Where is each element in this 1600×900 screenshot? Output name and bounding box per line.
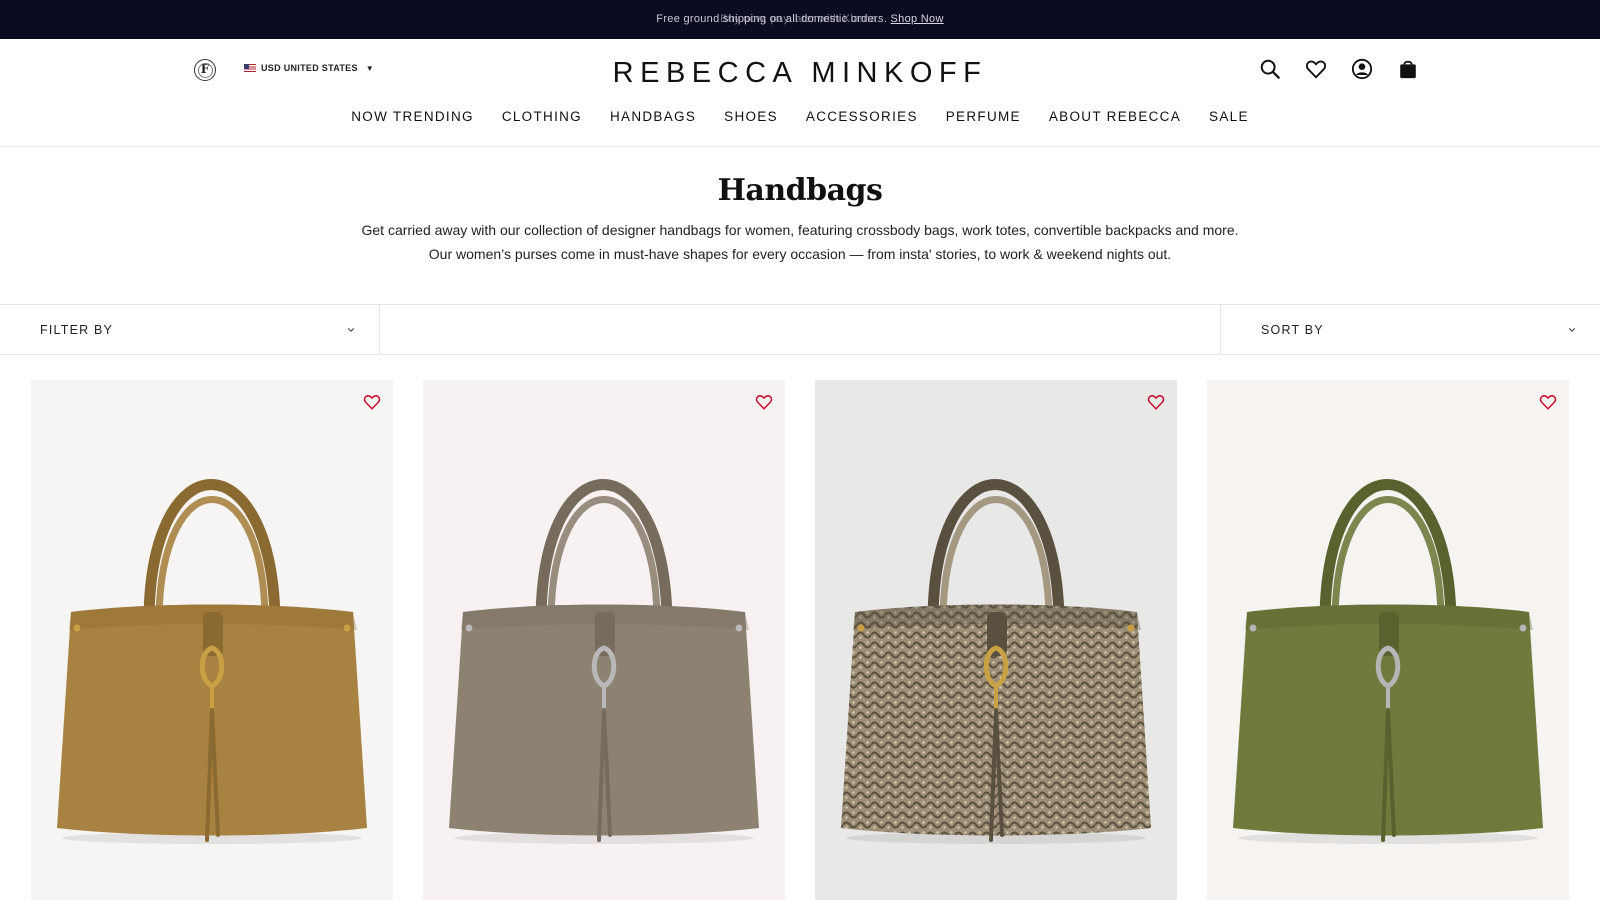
nav-sale[interactable]: SALE — [1209, 109, 1249, 124]
filter-sort-bar: FILTER BY SORT BY — [0, 304, 1600, 355]
chevron-down-icon — [1568, 327, 1576, 332]
sort-by-label: SORT BY — [1261, 322, 1324, 337]
nav-shoes[interactable]: SHOES — [724, 109, 778, 124]
product-card[interactable] — [1207, 380, 1569, 900]
promo-message-secondary: Buy now, pay later with Klarna. — [720, 13, 880, 25]
nav-now-trending[interactable]: NOW TRENDING — [351, 109, 474, 124]
product-card[interactable] — [815, 380, 1177, 900]
filter-by-label: FILTER BY — [40, 322, 114, 337]
promo-bar: Free ground shipping on all domestic ord… — [0, 0, 1600, 39]
chevron-down-icon — [347, 327, 355, 332]
heart-icon[interactable] — [1305, 58, 1327, 80]
product-image[interactable] — [1207, 380, 1569, 900]
wishlist-heart-icon[interactable] — [1147, 393, 1165, 411]
product-card[interactable] — [31, 380, 393, 900]
wishlist-heart-icon[interactable] — [363, 393, 381, 411]
product-image[interactable] — [815, 380, 1177, 900]
nav-perfume[interactable]: PERFUME — [946, 109, 1021, 124]
search-icon[interactable] — [1259, 58, 1281, 80]
main-nav: NOW TRENDING CLOTHING HANDBAGS SHOES ACC… — [0, 109, 1600, 124]
nav-about-rebecca[interactable]: ABOUT REBECCA — [1049, 109, 1181, 124]
header-actions — [1259, 58, 1419, 80]
product-grid — [31, 380, 1571, 900]
sort-by-dropdown[interactable]: SORT BY — [1220, 305, 1600, 354]
account-icon[interactable] — [1351, 58, 1373, 80]
product-image[interactable] — [31, 380, 393, 900]
category-description-line-2: Our women’s purses come in must-have sha… — [428, 246, 1172, 262]
site-header: F USD UNITED STATES ▼ REBECCA MINKOFF NO… — [0, 39, 1600, 147]
product-card[interactable] — [423, 380, 785, 900]
nav-handbags[interactable]: HANDBAGS — [610, 109, 696, 124]
category-description-line-1: Get carried away with our collection of … — [361, 222, 1239, 238]
nav-accessories[interactable]: ACCESSORIES — [806, 109, 918, 124]
shopping-bag-icon[interactable] — [1397, 58, 1419, 80]
product-image[interactable] — [423, 380, 785, 900]
wishlist-heart-icon[interactable] — [1539, 393, 1557, 411]
wishlist-heart-icon[interactable] — [755, 393, 773, 411]
nav-clothing[interactable]: CLOTHING — [502, 109, 582, 124]
promo-text: Free ground shipping on all domestic ord… — [0, 0, 1600, 39]
category-description: Get carried away with our collection of … — [0, 218, 1600, 266]
page-title: Handbags — [717, 173, 883, 208]
filter-by-dropdown[interactable]: FILTER BY — [0, 305, 380, 354]
